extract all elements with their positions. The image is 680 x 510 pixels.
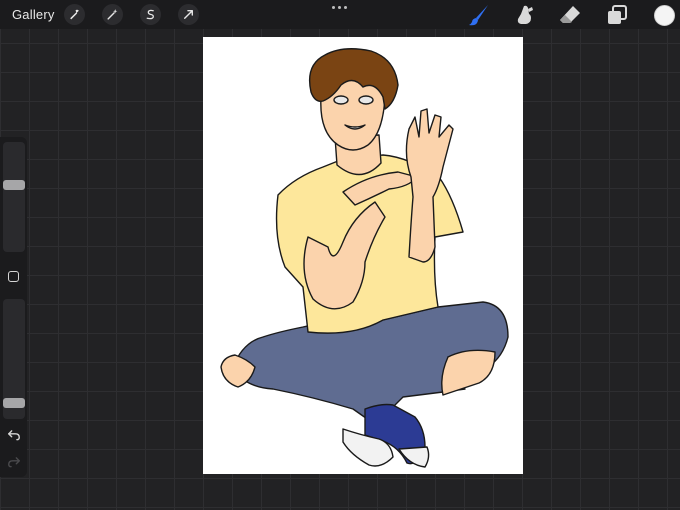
dot-icon [344, 6, 347, 9]
smudge-tool-button[interactable] [512, 3, 536, 27]
transform-button[interactable] [178, 4, 199, 25]
skin-shape [405, 108, 454, 263]
color-picker-button[interactable] [654, 5, 675, 26]
brush-tool-button[interactable] [467, 3, 491, 27]
wrench-icon [70, 9, 79, 20]
brush-size-slider[interactable] [3, 142, 25, 252]
left-sidebar [0, 137, 27, 477]
drawing-canvas[interactable] [203, 37, 523, 474]
selection-button[interactable] [140, 4, 161, 25]
brush-size-slider-thumb[interactable] [3, 180, 25, 190]
smudge-icon [517, 5, 533, 24]
eraser-icon [560, 6, 580, 23]
eye-shape [333, 95, 349, 105]
eye-shape [358, 95, 374, 105]
transform-arrow-icon [184, 10, 193, 19]
selection-icon [146, 9, 154, 20]
more-options-button[interactable] [332, 6, 348, 12]
skin-shape [441, 349, 496, 396]
redo-icon[interactable] [7, 456, 21, 468]
layers-icon [608, 5, 627, 24]
artwork-illustration [220, 48, 509, 468]
adjustments-button[interactable] [102, 4, 123, 25]
undo-icon[interactable] [7, 429, 21, 441]
gallery-button[interactable]: Gallery [12, 7, 55, 22]
actions-button[interactable] [64, 4, 85, 25]
top-toolbar: Gallery [0, 0, 680, 29]
brush-icon [469, 5, 488, 26]
dot-icon [338, 6, 341, 9]
magic-wand-icon [107, 9, 118, 20]
eraser-tool-button[interactable] [558, 3, 582, 27]
layers-button[interactable] [605, 3, 629, 27]
dot-icon [332, 6, 335, 9]
opacity-slider-thumb[interactable] [3, 398, 25, 408]
modify-icon[interactable] [8, 271, 19, 282]
